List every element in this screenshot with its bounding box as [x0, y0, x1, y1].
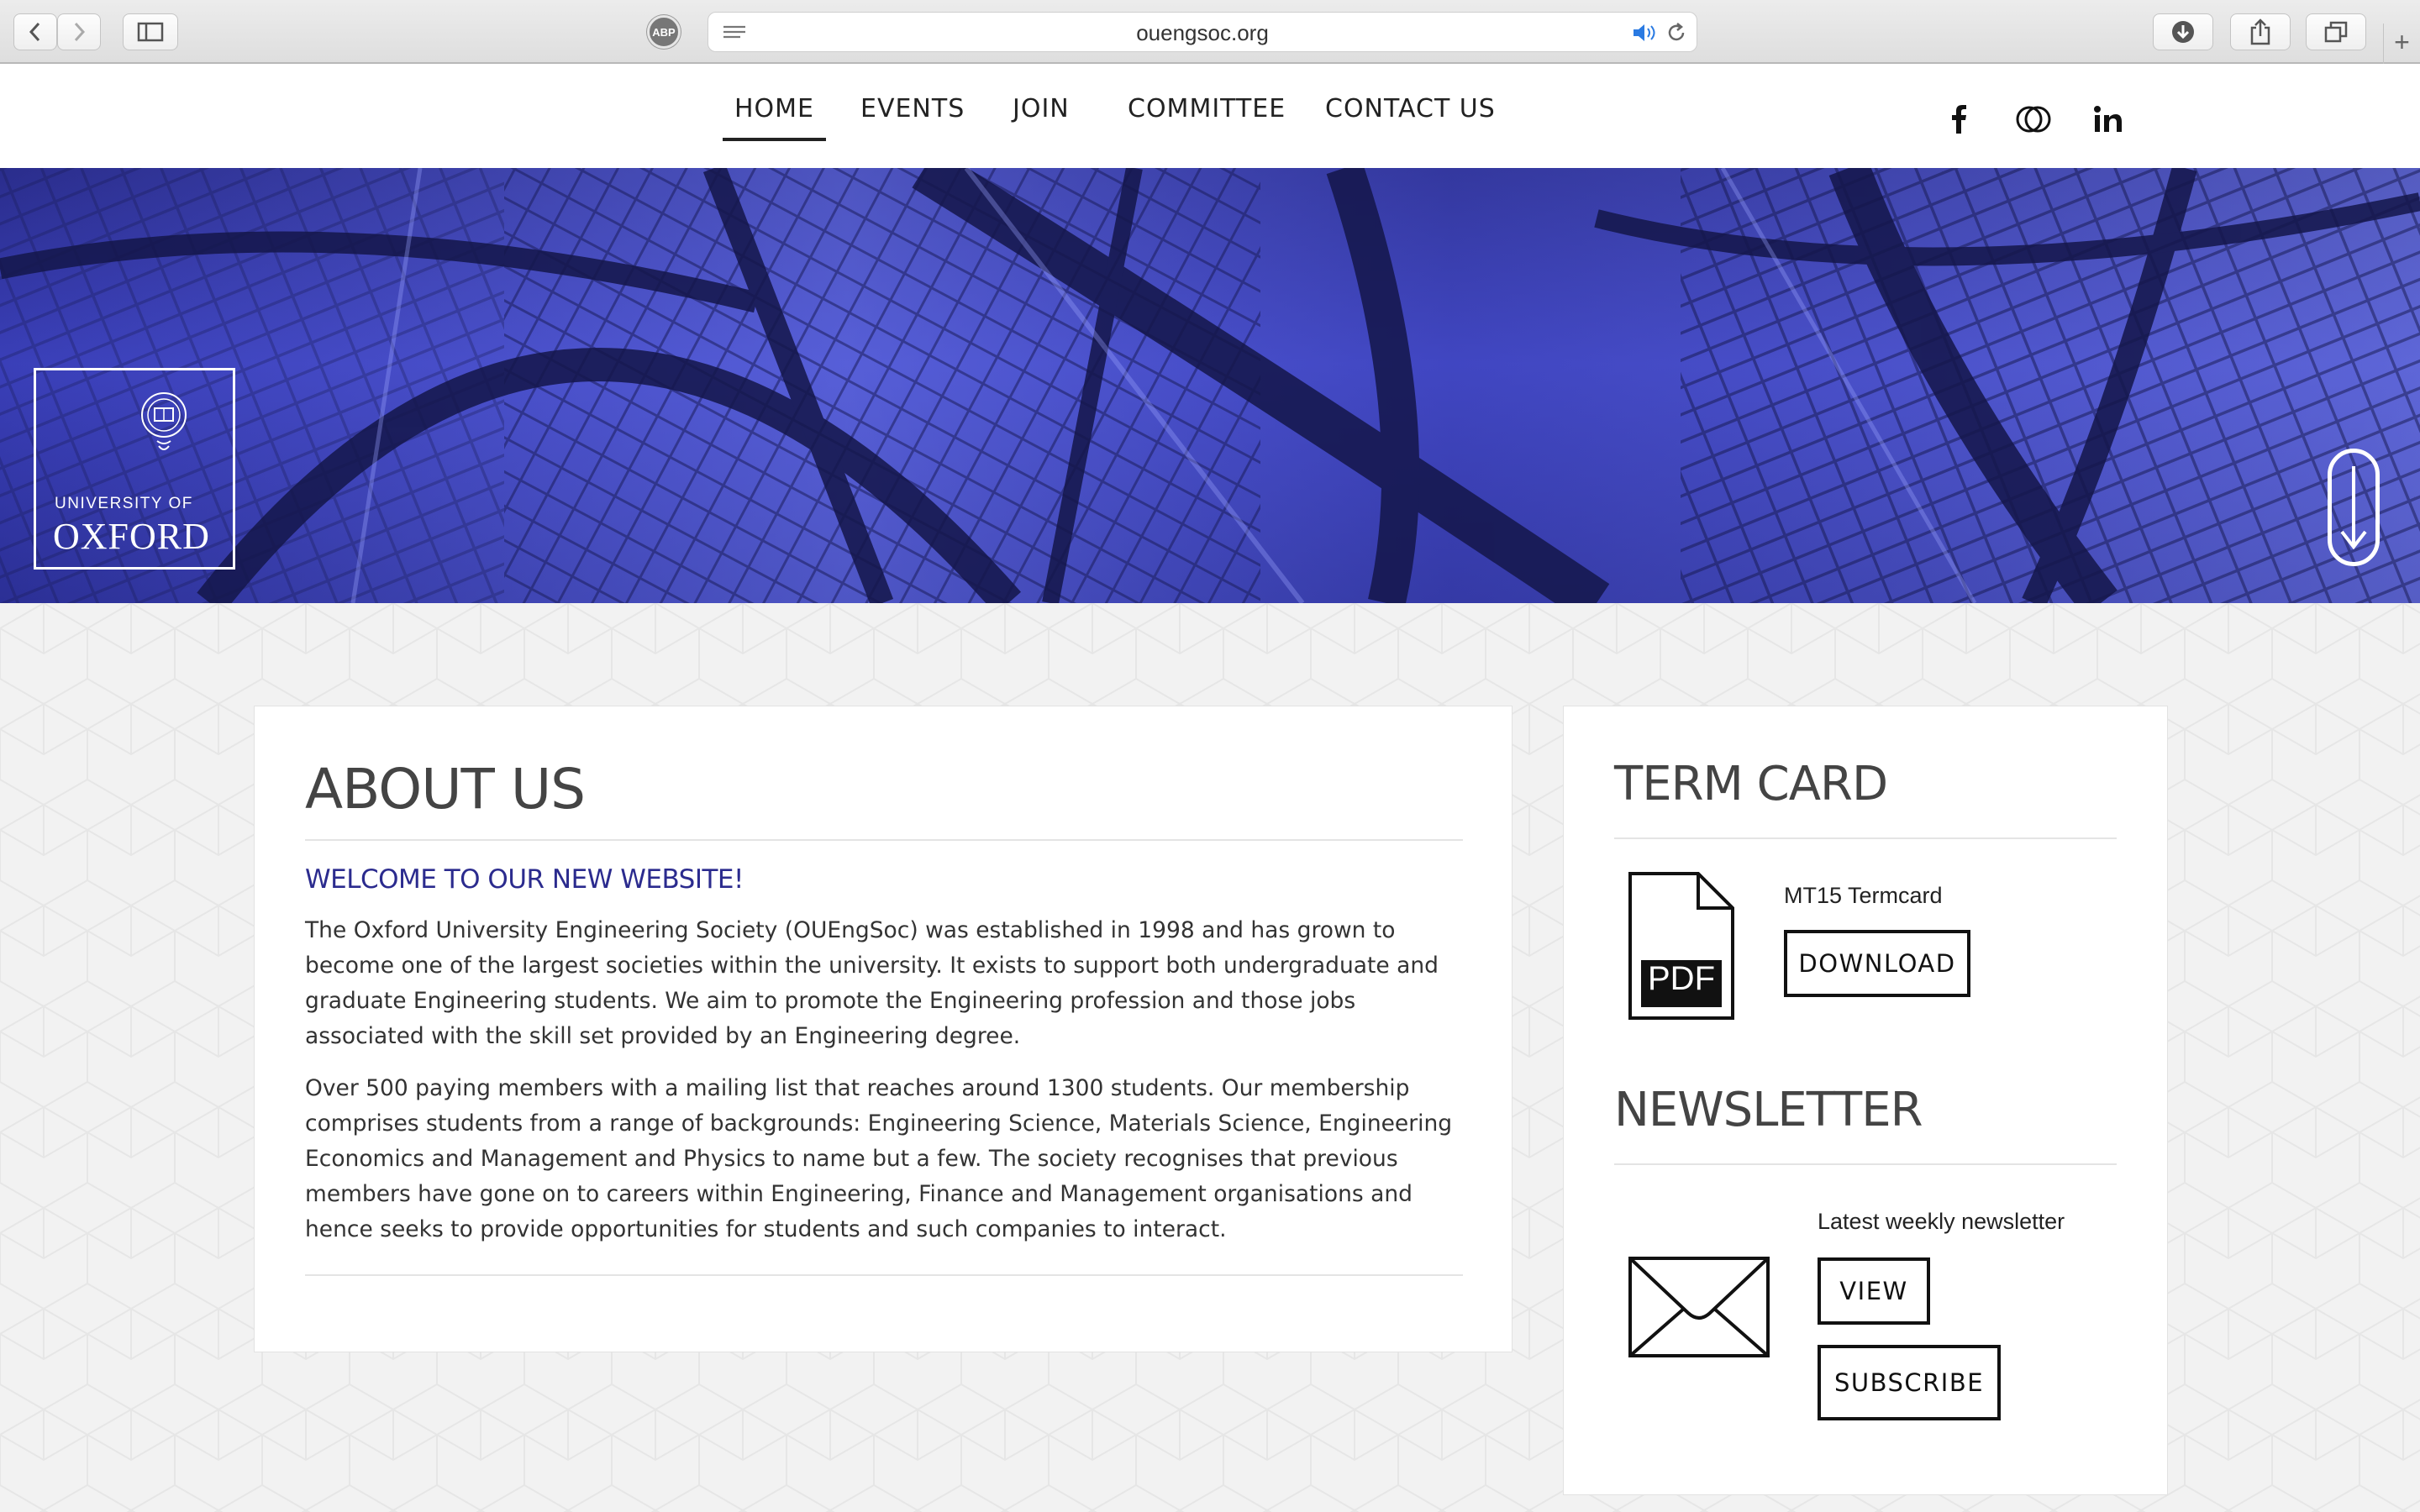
pdf-label: PDF — [1648, 960, 1715, 997]
oxford-logo: UNIVERSITY OF OXFORD — [34, 368, 235, 570]
forward-button[interactable] — [57, 13, 101, 50]
divider — [305, 1274, 1463, 1276]
nav-home[interactable]: HOME — [722, 94, 827, 141]
nav-join[interactable]: JOIN — [1013, 94, 1070, 123]
site-header: HOME EVENTS JOIN COMMITTEE CONTACT US — [0, 64, 2420, 168]
tabs-button[interactable] — [2306, 13, 2366, 50]
linkedin-icon — [2094, 106, 2122, 132]
linkedin-link[interactable] — [2088, 99, 2128, 139]
pdf-file-icon[interactable] — [1628, 871, 1735, 1021]
envelope-icon — [1628, 1257, 1770, 1357]
divider — [305, 839, 1463, 841]
divider — [1614, 1163, 2117, 1165]
oxford-logo-big-text: OXFORD — [53, 516, 210, 557]
sidebar-icon — [137, 22, 164, 42]
scroll-down-button[interactable] — [2328, 449, 2380, 566]
tabs-icon — [2324, 21, 2348, 43]
newsletter-title: NEWSLETTER — [1614, 1083, 1923, 1137]
hero-banner: UNIVERSITY OF OXFORD — [0, 168, 2420, 603]
divider — [1614, 837, 2117, 839]
arrow-down-icon — [2340, 466, 2367, 550]
sidebar-toggle-button[interactable] — [123, 13, 178, 50]
about-title: ABOUT US — [305, 757, 586, 822]
adblock-button[interactable]: ABP — [647, 15, 681, 49]
chevron-right-icon — [74, 22, 86, 42]
back-button[interactable] — [13, 13, 57, 50]
reload-icon[interactable] — [1665, 21, 1688, 45]
about-subtitle: WELCOME TO OUR NEW WEBSITE! — [305, 864, 744, 895]
facebook-icon — [1952, 105, 1966, 134]
sidebar-panel: TERM CARD PDF MT15 Termcard DOWNLOAD NEW… — [1563, 706, 2168, 1495]
nav-contact-us[interactable]: CONTACT US — [1325, 94, 1496, 123]
flickr-link[interactable] — [2013, 99, 2054, 139]
flickr-icon — [2016, 106, 2051, 133]
share-button[interactable] — [2230, 13, 2291, 50]
hero-background-image — [0, 168, 2420, 603]
new-tab-button[interactable]: + — [2383, 24, 2420, 64]
nav-events[interactable]: EVENTS — [860, 94, 965, 123]
about-panel: ABOUT US WELCOME TO OUR NEW WEBSITE! The… — [254, 706, 1512, 1352]
download-button[interactable]: DOWNLOAD — [1784, 930, 1970, 997]
oxford-crest-icon — [141, 392, 187, 450]
oxford-logo-small-text: UNIVERSITY OF — [55, 495, 193, 512]
facebook-link[interactable] — [1939, 99, 1979, 139]
termcard-file-label: MT15 Termcard — [1784, 883, 1943, 908]
browser-toolbar: ABP ouengsoc.org + — [0, 0, 2420, 64]
nav-committee[interactable]: COMMITTEE — [1128, 94, 1286, 123]
adblock-label: ABP — [652, 25, 676, 39]
share-icon — [2250, 18, 2270, 45]
downloads-button[interactable] — [2153, 13, 2213, 50]
address-bar[interactable]: ouengsoc.org — [708, 12, 1697, 52]
view-newsletter-button[interactable]: VIEW — [1818, 1257, 1930, 1325]
chevron-left-icon — [29, 22, 40, 42]
newsletter-label: Latest weekly newsletter — [1818, 1209, 2065, 1234]
url-text: ouengsoc.org — [1136, 20, 1269, 45]
about-paragraph-2: Over 500 paying members with a mailing l… — [305, 1075, 1453, 1242]
audio-icon[interactable] — [1631, 23, 1660, 43]
termcard-title: TERM CARD — [1614, 757, 1888, 811]
about-paragraph-1: The Oxford University Engineering Societ… — [305, 917, 1439, 1049]
subscribe-button[interactable]: SUBSCRIBE — [1818, 1345, 2001, 1420]
download-icon — [2172, 21, 2194, 43]
